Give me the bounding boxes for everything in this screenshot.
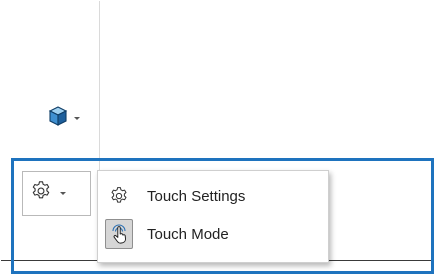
gear-icon xyxy=(105,181,133,211)
menu-item-touch-settings[interactable]: Touch Settings xyxy=(103,179,325,213)
touch-dropdown-menu: Touch Settings Touch Mode xyxy=(97,170,329,263)
touch-mode-dropdown-button[interactable] xyxy=(22,171,91,216)
chevron-down-icon xyxy=(60,192,66,195)
hand-touch-icon xyxy=(105,219,133,249)
cube-icon xyxy=(48,105,68,132)
chevron-down-icon xyxy=(74,116,80,120)
menu-item-label: Touch Settings xyxy=(147,187,246,205)
view-orientation-button[interactable] xyxy=(42,103,90,133)
menu-item-touch-mode[interactable]: Touch Mode xyxy=(103,217,325,251)
menu-item-label: Touch Mode xyxy=(147,225,229,243)
gear-icon xyxy=(30,180,52,207)
